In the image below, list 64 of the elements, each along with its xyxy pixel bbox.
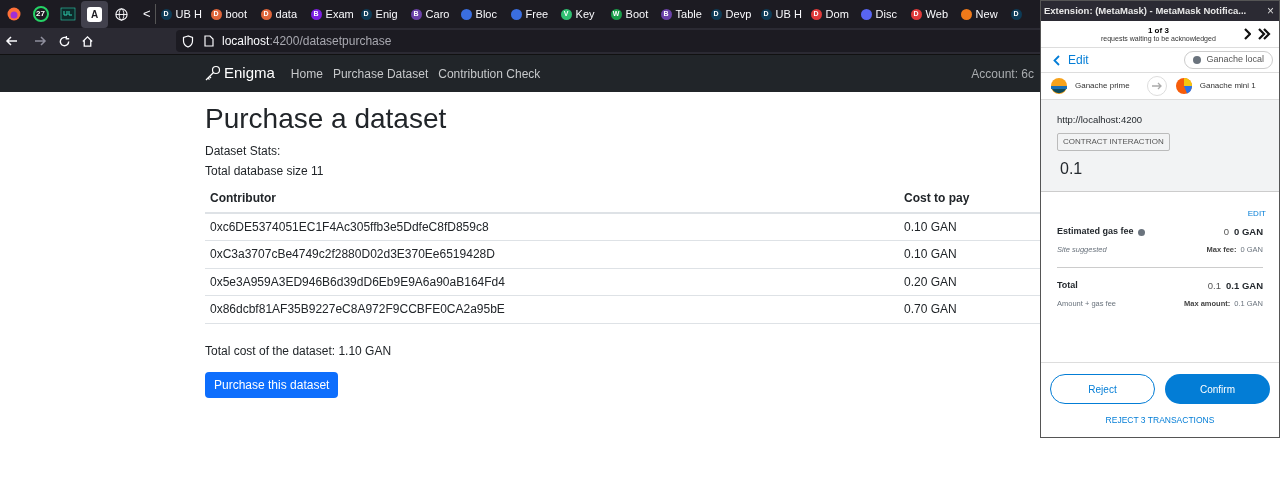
table-cell: 0xc6DE5374051EC1F4Ac305ffb3e5DdfeC8fD859c8 [205, 213, 899, 241]
table-cell: 0.10 GAN [899, 213, 1040, 241]
shield-icon [182, 34, 194, 48]
scroll-tabs-button[interactable]: < [143, 4, 151, 24]
column-header: Contributor [205, 184, 899, 213]
origin-text: http://localhost:4200 [1057, 113, 1144, 127]
brand-link[interactable]: Enigma [224, 62, 275, 85]
pinned-tab[interactable]: 27 [27, 0, 54, 28]
nav-link[interactable]: Purchase Dataset [332, 64, 429, 83]
database-size-text: Total database size 11 [205, 163, 324, 180]
back-icon[interactable] [5, 34, 19, 48]
nav-link[interactable]: Contribution Check [438, 64, 541, 83]
page-title: Purchase a dataset [205, 102, 447, 136]
browser-tab[interactable]: Free [510, 0, 561, 28]
back-chevron-icon[interactable] [1053, 54, 1060, 66]
fee-value: 0.1 GAN [1226, 278, 1263, 293]
table-cell: 0xC3a3707cBe4749c2f2880D02d3E370Ee6519428D [205, 240, 899, 268]
chat-badge: 27 [32, 6, 49, 22]
amount-text: 0.1 [1060, 159, 1084, 180]
avatar-icon [1051, 78, 1067, 94]
table-cell: 0x86dcbf81AF35B9227eC8A972F9CCBFE0CA2a95bE [205, 295, 899, 323]
account-text: Account: 6c [971, 65, 1034, 83]
home-icon[interactable] [81, 34, 94, 48]
table-cell: 0.10 GAN [899, 240, 1040, 268]
fee-label: Estimated gas fee [1057, 225, 1134, 239]
transaction-type-label: CONTRACT INTERACTION [1057, 133, 1170, 152]
fee-value: 0 [1223, 225, 1229, 239]
fee-value: 0.1 [1207, 278, 1222, 293]
key-icon [204, 65, 221, 82]
edit-gas-link[interactable]: EDIT [1247, 208, 1266, 220]
browser-tab[interactable]: Bloc [460, 0, 511, 28]
edit-link[interactable]: Edit [1068, 51, 1089, 69]
to-account: Ganache mini 1 [1199, 80, 1256, 92]
browser-tab[interactable]: New [960, 0, 1011, 28]
nav-link[interactable]: Home [290, 64, 323, 83]
confirm-button[interactable]: Confirm [1165, 374, 1270, 404]
from-account: Ganache prime [1075, 80, 1130, 92]
globe-icon[interactable] [115, 7, 128, 21]
stats-label: Dataset Stats: [205, 143, 281, 160]
window-title: Extension: (MetaMask) - MetaMask Notifica... [1044, 3, 1247, 18]
browser-icon[interactable] [6, 7, 21, 21]
total-cost-text: Total cost of the dataset: 1.10 GAN [205, 342, 392, 360]
forward-icon[interactable] [33, 34, 47, 48]
table-cell: 0.70 GAN [899, 295, 1040, 323]
request-counter: 1 of 3 [1147, 25, 1169, 35]
fee-value: 0 GAN [1233, 225, 1263, 239]
next-icon[interactable] [1243, 28, 1251, 40]
fee-label: Total [1057, 278, 1078, 292]
reject-all-link[interactable]: REJECT 3 TRANSACTIONS [1105, 414, 1215, 427]
avatar-icon [1175, 78, 1192, 94]
reject-button[interactable]: Reject [1050, 374, 1155, 404]
url-text: localhost:4200/datasetpurchase [222, 33, 392, 50]
site-icon: A [87, 6, 102, 22]
column-header: Cost to pay [899, 184, 1040, 213]
table-cell: 0x5e3A959A3ED946B6d39dD6Eb9E9A6a90aB164Fd4 [205, 268, 899, 296]
purchase-button[interactable]: Purchase this dataset [205, 371, 339, 398]
last-icon[interactable] [1257, 28, 1271, 40]
browser-tab[interactable]: Disc [860, 0, 911, 28]
site-icon[interactable] [59, 7, 76, 21]
page-icon [204, 35, 214, 47]
pinned-tab[interactable]: A [81, 0, 108, 28]
table-cell: 0.20 GAN [899, 268, 1040, 296]
reload-icon[interactable] [58, 34, 71, 48]
close-button[interactable]: × [1267, 2, 1276, 20]
